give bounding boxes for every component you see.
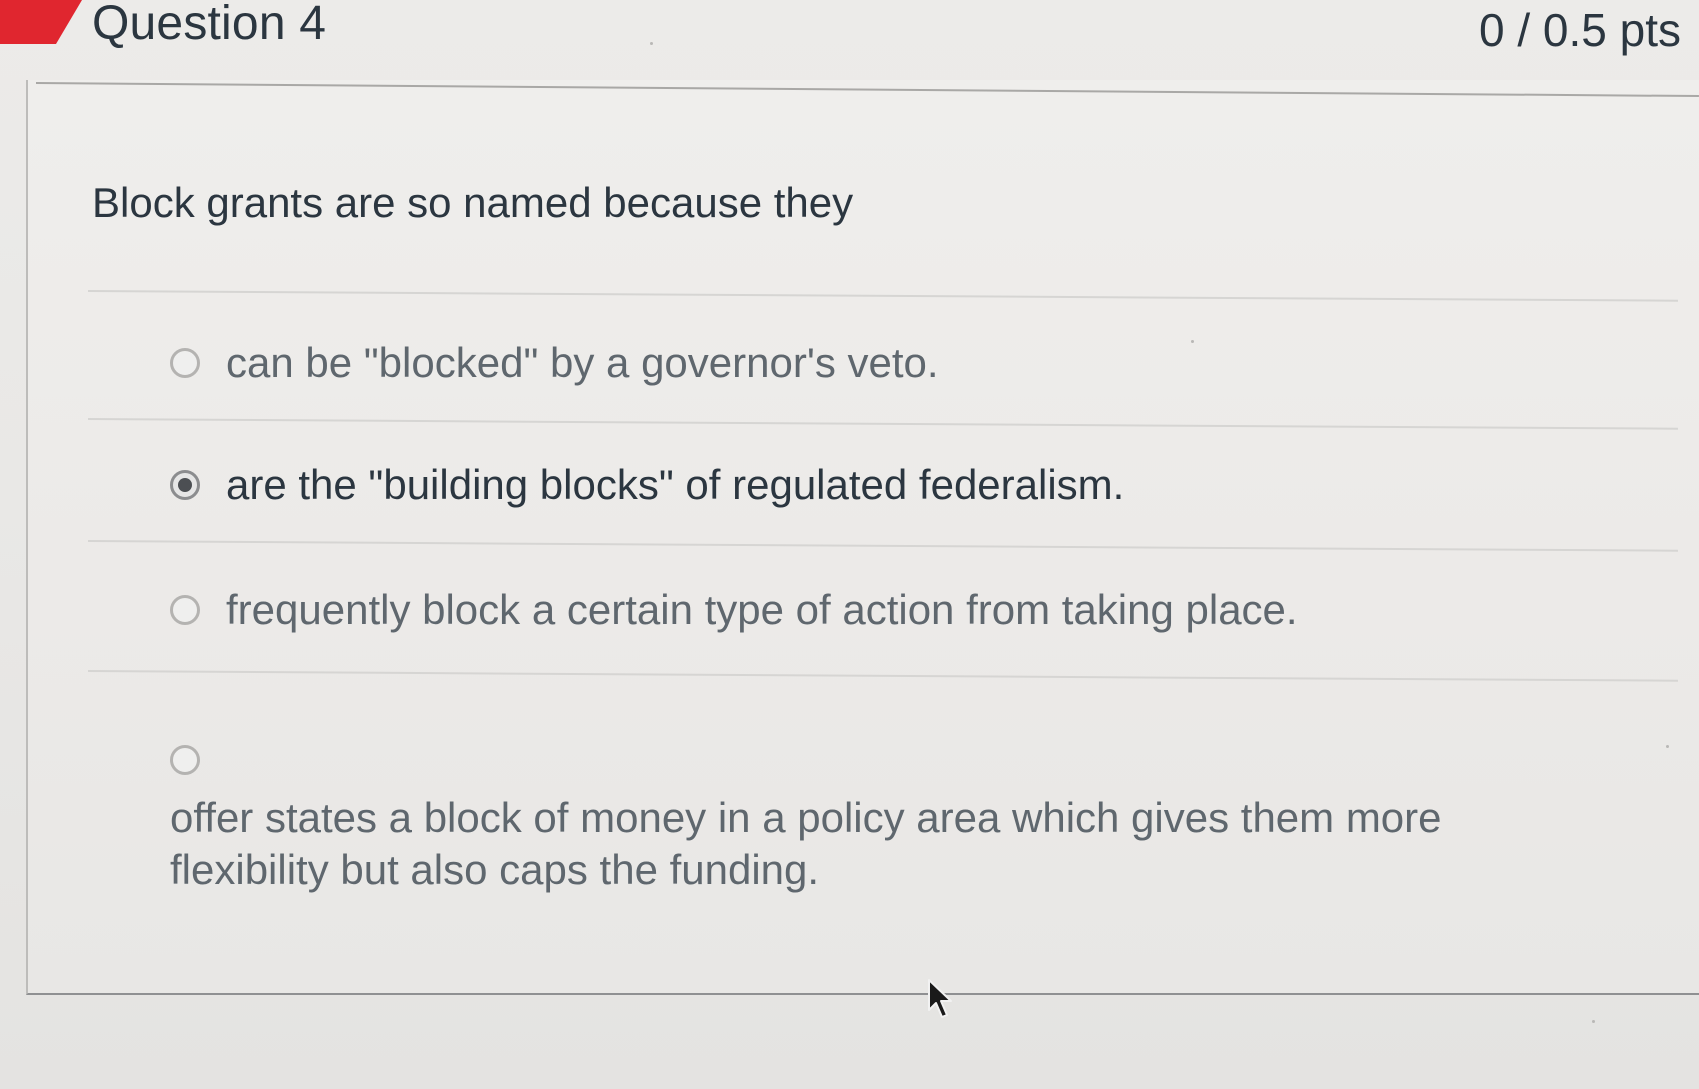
radio-button-unchecked-icon[interactable]: [170, 745, 200, 775]
answer-option-1[interactable]: can be "blocked" by a governor's veto.: [170, 338, 939, 388]
answer-option-label: frequently block a certain type of actio…: [226, 586, 1298, 633]
screen-speck: [1191, 340, 1194, 343]
question-prompt: Block grants are so named because they: [92, 179, 854, 226]
radio-button-unchecked-icon[interactable]: [170, 348, 200, 378]
answer-option-label: are the "building blocks" of regulated f…: [226, 461, 1125, 508]
arrow-cursor-icon: [928, 979, 952, 1018]
radio-button-unchecked-icon[interactable]: [170, 595, 200, 625]
answer-option-label: offer states a block of money in a polic…: [170, 794, 1442, 893]
screen-speck: [1592, 1020, 1595, 1023]
question-title: Question 4: [92, 0, 327, 50]
question-score: 0 / 0.5 pts: [1478, 4, 1681, 56]
answer-option-2[interactable]: are the "building blocks" of regulated f…: [170, 460, 1124, 510]
radio-button-checked-icon[interactable]: [170, 470, 200, 500]
incorrect-flag-tip: [56, 0, 82, 44]
screen-speck: [650, 42, 653, 45]
incorrect-flag-icon: [0, 0, 56, 44]
answer-option-4[interactable]: [170, 745, 200, 775]
answer-option-3[interactable]: frequently block a certain type of actio…: [170, 585, 1298, 635]
radio-dot: [178, 478, 192, 492]
question-header: Question 4 0 / 0.5 pts: [0, 0, 1699, 84]
answer-option-label: can be "blocked" by a governor's veto.: [226, 339, 939, 386]
screen-speck: [1666, 745, 1669, 748]
